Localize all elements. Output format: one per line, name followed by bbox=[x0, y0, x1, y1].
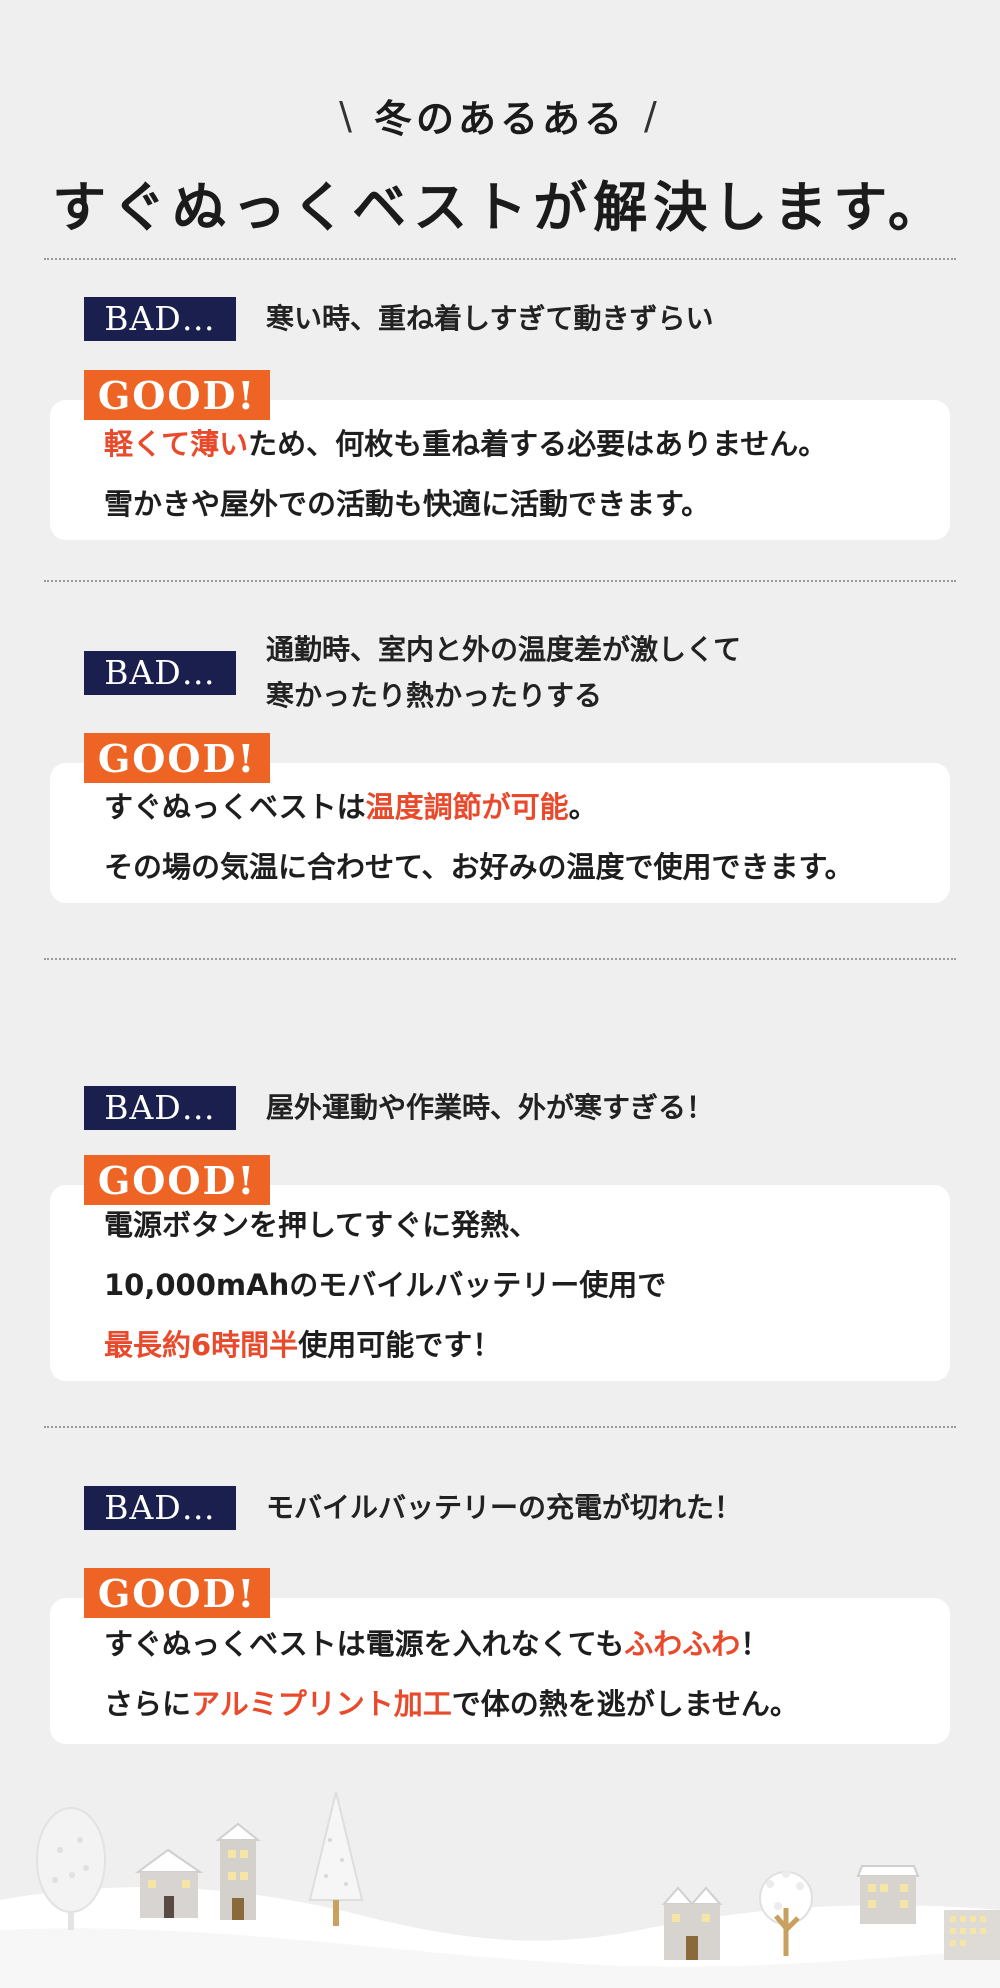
good-text: ため、何枚も重ね着する必要はありません。 bbox=[248, 427, 828, 461]
building-icon bbox=[944, 1910, 1000, 1960]
bad-row: BAD… モバイルバッテリーの充電が切れた！ bbox=[84, 1485, 742, 1531]
house-icon bbox=[856, 1865, 920, 1924]
house-icon bbox=[661, 1886, 723, 1960]
bad-row: BAD… 通勤時、室内と外の温度差が激しくて 寒かったり熱かったりする bbox=[84, 627, 741, 719]
bad-text-line: 寒い時、重ね着しすぎて動きずらい bbox=[266, 302, 714, 335]
divider bbox=[44, 258, 956, 260]
bad-text-line: モバイルバッテリーの充電が切れた！ bbox=[266, 1491, 743, 1524]
bad-row: BAD… 寒い時、重ね着しすぎて動きずらい bbox=[84, 296, 713, 342]
highlight-text: 温度調節が可能 bbox=[365, 790, 569, 824]
bad-badge: BAD… bbox=[84, 651, 236, 695]
bad-badge: BAD… bbox=[84, 1086, 236, 1130]
bad-text: 寒い時、重ね着しすぎて動きずらい bbox=[266, 296, 713, 342]
good-badge: GOOD! bbox=[84, 1155, 270, 1205]
good-card: 軽くて薄いため、何枚も重ね着する必要はありません。 雪かきや屋外での活動も快適に… bbox=[50, 400, 950, 540]
good-badge: GOOD! bbox=[84, 733, 270, 783]
slash-right: / bbox=[644, 93, 661, 138]
house-icon bbox=[134, 1848, 204, 1918]
good-badge: GOOD! bbox=[84, 370, 270, 420]
good-line: すぐぬっくベストは温度調節が可能。 bbox=[50, 777, 950, 837]
bad-badge: BAD… bbox=[84, 297, 236, 341]
page: \ 冬のあるある / すぐぬっくベストが解決します。 BAD… 寒い時、重ね着し… bbox=[0, 0, 1000, 1988]
highlight-text: アルミプリント加工 bbox=[191, 1687, 452, 1721]
divider bbox=[44, 958, 956, 960]
bad-text-line: 通勤時、室内と外の温度差が激しくて bbox=[266, 633, 742, 666]
divider bbox=[44, 580, 956, 582]
bad-text-line: 屋外運動や作業時、外が寒すぎる！ bbox=[266, 1091, 715, 1124]
good-text: さらに bbox=[104, 1687, 192, 1721]
section-header: \ 冬のあるある / すぐぬっくベストが解決します。 bbox=[0, 88, 1000, 242]
highlight-text: 最長約6時間半 bbox=[104, 1328, 299, 1362]
good-badge: GOOD! bbox=[84, 1568, 270, 1618]
good-text: 。 bbox=[568, 790, 598, 824]
subtitle-text: 冬のあるある bbox=[373, 97, 626, 141]
slash-left: \ bbox=[339, 93, 356, 138]
good-line: 雪かきや屋外での活動も快適に活動できます。 bbox=[104, 487, 711, 521]
good-line: 最長約6時間半使用可能です！ bbox=[50, 1315, 950, 1375]
bad-row: BAD… 屋外運動や作業時、外が寒すぎる！ bbox=[84, 1085, 714, 1131]
good-line: 軽くて薄いため、何枚も重ね着する必要はありません。 bbox=[50, 414, 950, 474]
bad-text: 通勤時、室内と外の温度差が激しくて 寒かったり熱かったりする bbox=[266, 627, 741, 719]
highlight-text: 軽くて薄い bbox=[104, 427, 249, 461]
bad-text-line: 寒かったり熱かったりする bbox=[266, 679, 603, 712]
highlight-text: ふわふわ bbox=[624, 1627, 741, 1661]
bad-badge: BAD… bbox=[84, 1486, 236, 1530]
divider bbox=[44, 1426, 956, 1428]
good-text: 使用可能です！ bbox=[298, 1328, 502, 1362]
good-line: その場の気温に合わせて、お好みの温度で使用できます。 bbox=[104, 850, 854, 884]
good-card: すぐぬっくベストは温度調節が可能。 その場の気温に合わせて、お好みの温度で使用で… bbox=[50, 763, 950, 903]
page-title: すぐぬっくベストが解決します。 bbox=[52, 176, 948, 239]
good-text: で体の熱を逃がしません。 bbox=[451, 1687, 799, 1721]
house-icon bbox=[215, 1822, 261, 1920]
good-card: すぐぬっくベストは電源を入れなくてもふわふわ！ さらにアルミプリント加工で体の熱… bbox=[50, 1598, 950, 1744]
subtitle: \ 冬のあるある / bbox=[339, 88, 661, 143]
good-line: 10,000mAhのモバイルバッテリー使用で bbox=[104, 1268, 667, 1302]
good-line: さらにアルミプリント加工で体の熱を逃がしません。 bbox=[50, 1674, 950, 1734]
good-card: 電源ボタンを押してすぐに発熱、 10,000mAhのモバイルバッテリー使用で 最… bbox=[50, 1185, 950, 1381]
good-line: すぐぬっくベストは電源を入れなくてもふわふわ！ bbox=[50, 1614, 950, 1674]
bad-text: 屋外運動や作業時、外が寒すぎる！ bbox=[266, 1085, 714, 1131]
good-text: すぐぬっくベストは bbox=[104, 790, 366, 824]
good-text: ！ bbox=[740, 1627, 770, 1661]
bad-text: モバイルバッテリーの充電が切れた！ bbox=[266, 1485, 742, 1531]
winter-scene bbox=[0, 1791, 1000, 1988]
good-text: すぐぬっくベストは電源を入れなくても bbox=[104, 1627, 625, 1661]
